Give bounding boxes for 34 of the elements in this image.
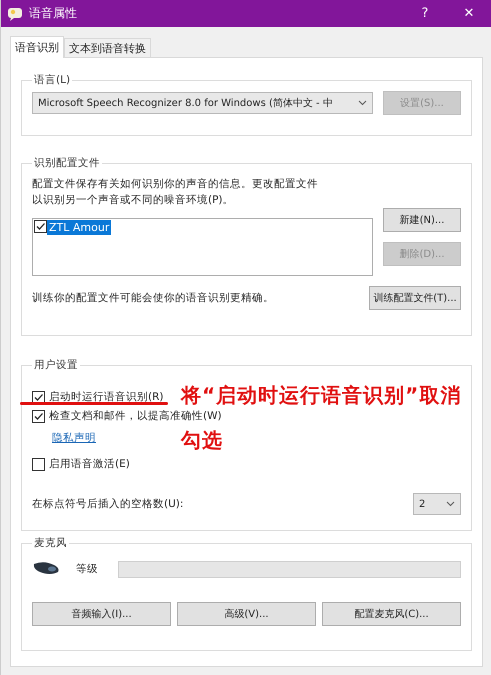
hint-text: 训练你的配置文件可能会使你的语音识别更精确。 xyxy=(32,291,274,305)
checkbox[interactable] xyxy=(32,390,45,404)
spaces-dropdown[interactable]: 2 xyxy=(413,493,461,515)
annotation-text: 将“启动时运行语音识别”取消 xyxy=(181,383,462,407)
microphone-button[interactable]: 高级(V)... xyxy=(177,602,316,626)
speech-bubble-icon xyxy=(7,6,23,22)
microphone-button[interactable]: 配置麦克风(C)... xyxy=(322,602,461,626)
checkbox-label[interactable]: 检查文档和邮件，以提高准确性(W) xyxy=(49,409,222,423)
checkbox-label[interactable]: 启用语音激活(E) xyxy=(49,457,130,471)
window-title: 语音属性 xyxy=(29,5,77,22)
group-title: 麦克风 xyxy=(33,536,68,550)
annotation-text: 勾选 xyxy=(181,428,223,452)
checkbox[interactable] xyxy=(32,410,45,422)
spaces-label: 在标点符号后插入的空格数(U): xyxy=(32,497,184,511)
chevron-down-icon xyxy=(446,501,455,507)
group-title: 用户设置 xyxy=(33,358,79,372)
group-title: 语言(L) xyxy=(33,73,72,87)
checkbox[interactable] xyxy=(32,458,45,470)
tab[interactable]: 文本到语音转换 xyxy=(64,38,151,57)
privacy-link[interactable]: 隐私声明 xyxy=(52,431,96,445)
level-label: 等级 xyxy=(76,562,98,576)
checkbox-label[interactable]: 启动时运行语音识别(R) xyxy=(49,390,164,404)
microphone-button[interactable]: 音频输入(I)... xyxy=(32,602,171,626)
train-button[interactable]: 训练配置文件(T)... xyxy=(369,286,461,310)
profile-item[interactable]: ZTL Amour xyxy=(47,220,112,235)
tab[interactable]: 语音识别 xyxy=(10,36,64,58)
checkbox[interactable] xyxy=(34,220,47,233)
description-text: 配置文件保存有关如何识别你的声音的信息。更改配置文件以识别另一个声音或不同的噪音环境(P)。 xyxy=(32,177,319,208)
close-button[interactable]: ✕ xyxy=(447,0,491,27)
group-title: 识别配置文件 xyxy=(33,156,101,170)
help-button[interactable]: ? xyxy=(403,0,447,27)
new-button[interactable]: 新建(N)... xyxy=(383,208,461,232)
chevron-down-icon xyxy=(358,100,367,106)
language-dropdown[interactable]: Microsoft Speech Recognizer 8.0 for Windows (简体中文 - 中 xyxy=(32,92,373,114)
